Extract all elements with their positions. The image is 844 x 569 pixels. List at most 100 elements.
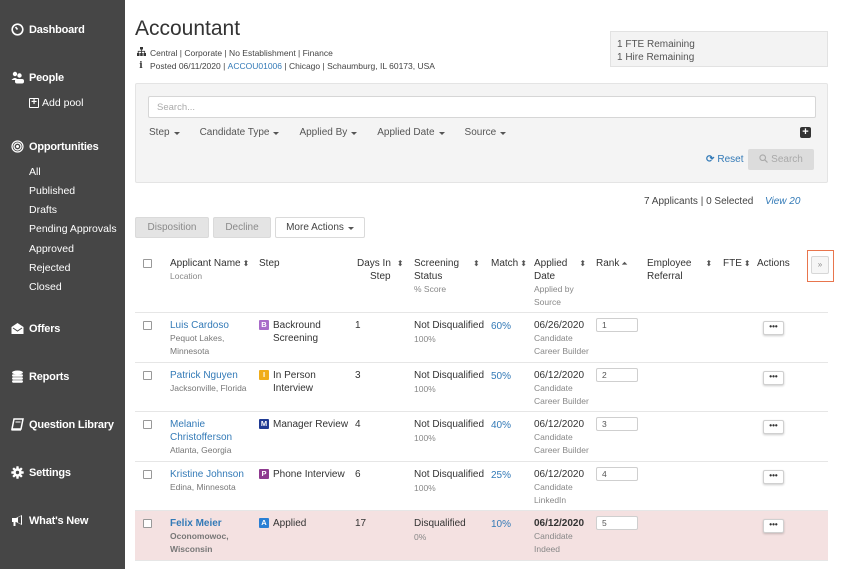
applicant-source: Career Builder: [534, 445, 589, 455]
row-checkbox[interactable]: [143, 470, 152, 479]
ellipsis-icon: •••: [769, 372, 778, 381]
disposition-button[interactable]: Disposition: [135, 217, 209, 238]
applied-cell: 06/12/2020 Candidate Indeed: [534, 517, 584, 556]
add-filter-plus-icon[interactable]: +: [800, 127, 811, 138]
row-checkbox[interactable]: [143, 321, 152, 330]
nav-opp-rejected[interactable]: Rejected: [29, 262, 70, 274]
header-screening-status[interactable]: Screening ⬍ Status % Score: [414, 257, 480, 296]
filter-candidate-type[interactable]: Candidate Type: [200, 127, 280, 138]
header-applicant-name[interactable]: Applicant Name ⬍ Location: [170, 257, 249, 283]
match-score-link[interactable]: 40%: [491, 419, 511, 432]
table-row: Kristine Johnson Edina, Minnesota P Phon…: [135, 462, 828, 511]
rank-input[interactable]: [596, 318, 638, 332]
nav-opp-drafts[interactable]: Drafts: [29, 204, 57, 216]
screening-status: Not Disqualified: [414, 370, 485, 381]
people-icon: [11, 71, 24, 84]
applicant-source: Career Builder: [534, 346, 589, 356]
header-match[interactable]: Match ⬍: [491, 257, 527, 270]
nav-opp-approved[interactable]: Approved: [29, 243, 74, 255]
nav-offers[interactable]: Offers: [11, 322, 60, 335]
header-applied-date[interactable]: Applied ⬍ Date Applied by Source: [534, 257, 586, 309]
applicant-name-link[interactable]: Patrick Nguyen: [170, 369, 250, 382]
days-in-step: 6: [355, 469, 361, 480]
nav-reports-label: Reports: [29, 370, 70, 383]
row-actions-button[interactable]: •••: [763, 420, 784, 434]
applicant-name-link[interactable]: Kristine Johnson: [170, 468, 250, 481]
nav-opp-pending-approvals[interactable]: Pending Approvals: [29, 223, 117, 235]
header-rank-label: Rank: [596, 258, 620, 269]
row-actions-button[interactable]: •••: [763, 519, 784, 533]
header-source: Source: [534, 297, 561, 307]
header-fte[interactable]: FTE ⬍: [723, 257, 751, 270]
nav-question-library-label: Question Library: [29, 418, 114, 431]
nav-opp-closed[interactable]: Closed: [29, 281, 62, 293]
filter-applied-date[interactable]: Applied Date: [377, 127, 445, 138]
nav-people[interactable]: People: [11, 71, 64, 84]
row-checkbox[interactable]: [143, 371, 152, 380]
filter-step-label: Step: [149, 127, 170, 138]
applied-date: 06/12/2020: [534, 469, 585, 480]
filter-applied-by[interactable]: Applied By: [299, 127, 358, 138]
search-button[interactable]: Search: [748, 149, 814, 170]
rank-input[interactable]: [596, 467, 638, 481]
header-location: Location: [170, 271, 203, 281]
applied-by: Candidate: [534, 531, 573, 541]
row-checkbox[interactable]: [143, 519, 152, 528]
ellipsis-icon: •••: [769, 520, 778, 529]
applied-date: 06/12/2020: [534, 370, 585, 381]
table-row: Luis Cardoso Pequot Lakes, Minnesota B B…: [135, 313, 828, 363]
match-score-link[interactable]: 50%: [491, 370, 511, 383]
header-applied-label-2: Date: [534, 271, 556, 282]
step-label: Manager Review: [273, 419, 349, 430]
row-checkbox[interactable]: [143, 420, 152, 429]
org-line: Central | Corporate | No Establishment |…: [136, 47, 333, 58]
org-line-text: Central | Corporate | No Establishment |…: [150, 47, 333, 58]
reset-button[interactable]: ⟳ Reset: [706, 154, 744, 165]
rank-input[interactable]: [596, 417, 638, 431]
nav-opp-all[interactable]: All: [29, 166, 41, 178]
add-pool-link[interactable]: + Add pool: [29, 97, 83, 109]
filter-step[interactable]: Step: [149, 127, 180, 138]
nav-opportunities-label: Opportunities: [29, 140, 99, 153]
filter-candidate-type-label: Candidate Type: [199, 127, 270, 138]
nav-reports[interactable]: Reports: [11, 370, 69, 383]
match-score-link[interactable]: 60%: [491, 320, 511, 333]
more-actions-label: More Actions: [286, 222, 344, 233]
more-actions-button[interactable]: More Actions: [275, 217, 365, 238]
row-actions-button[interactable]: •••: [763, 371, 784, 385]
nav-opp-published[interactable]: Published: [29, 185, 75, 197]
nav-question-library[interactable]: Question Library: [11, 418, 114, 431]
nav-settings[interactable]: Settings: [11, 466, 71, 479]
sort-icon: ⬍: [520, 259, 527, 268]
applicant-name-link[interactable]: Melanie Christofferson: [170, 418, 250, 444]
applicant-source: LinkedIn: [534, 495, 567, 505]
rank-input[interactable]: [596, 368, 638, 382]
decline-button[interactable]: Decline: [213, 217, 271, 238]
header-rank[interactable]: Rank ⏶: [596, 257, 628, 270]
expand-columns-button[interactable]: »: [811, 256, 829, 274]
filter-applied-date-label: Applied Date: [377, 127, 435, 138]
requisition-id-link[interactable]: ACCOU01006: [228, 61, 282, 71]
hire-remaining: 1 Hire Remaining: [617, 52, 695, 63]
nav-whats-new[interactable]: What's New: [11, 514, 88, 527]
select-all-checkbox[interactable]: [143, 259, 152, 268]
applicant-name-link[interactable]: Felix Meier: [170, 517, 250, 530]
sort-icon: ⬍: [242, 259, 250, 268]
match-score-link[interactable]: 25%: [491, 469, 511, 482]
view-20-link[interactable]: View 20: [765, 196, 800, 207]
header-applied-label-1: Applied: [534, 258, 568, 269]
sort-icon: ⬍: [579, 259, 587, 268]
rank-input[interactable]: [596, 516, 638, 530]
match-score-link[interactable]: 10%: [491, 518, 511, 531]
posted-line: i Posted 06/11/2020 | ACCOU01006 | Chica…: [136, 61, 435, 71]
header-employee-referral[interactable]: Employee ⬍ Referral: [647, 257, 712, 283]
row-actions-button[interactable]: •••: [763, 470, 784, 484]
search-input[interactable]: [148, 96, 816, 118]
applicant-source: Career Builder: [534, 396, 589, 406]
header-days-in-step[interactable]: Days In ⬍ Step: [357, 257, 404, 283]
row-actions-button[interactable]: •••: [763, 321, 784, 335]
applicant-name-link[interactable]: Luis Cardoso: [170, 319, 250, 332]
filter-source[interactable]: Source: [465, 127, 507, 138]
nav-opportunities[interactable]: Opportunities: [11, 140, 99, 153]
nav-dashboard[interactable]: Dashboard: [11, 23, 85, 36]
